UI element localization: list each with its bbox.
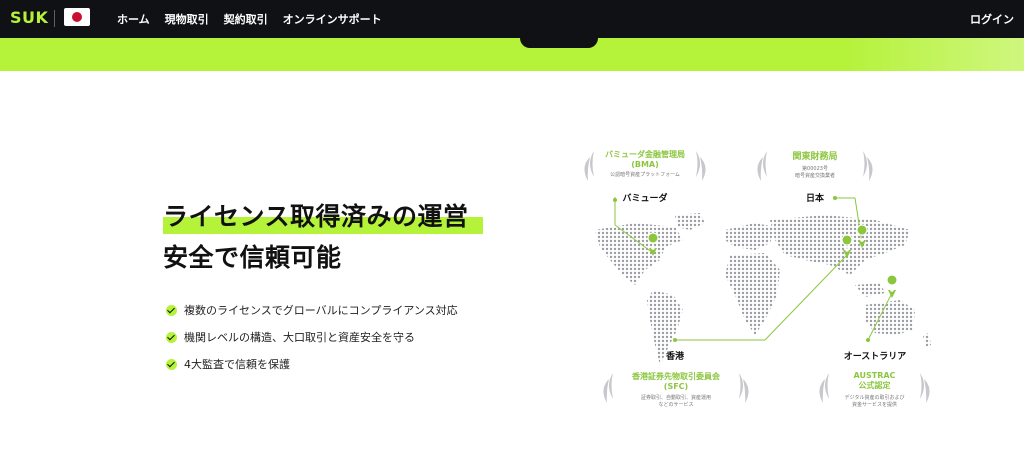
hk-license-badge: 香港証券先物取引委員会 (SFC) 証券取引、自動取引、資産運用 などのサービス	[601, 371, 751, 408]
hk-desc2: などのサービス	[658, 402, 694, 408]
hk-desc1: 証券取引、自動取引、資産運用	[640, 395, 711, 401]
feature-text: 複数のライセンスでグローバルにコンプライアンス対応	[184, 304, 458, 317]
au-location: オーストラリア	[843, 352, 907, 362]
japan-flag-icon[interactable]	[64, 8, 90, 26]
connector-dot	[866, 338, 870, 342]
feature-text: 機関レベルの構造、大口取引と資産安全を守る	[184, 331, 415, 344]
license-map-section: バミューダ金融管理局 (BMA) 公認暗号資産プラットフォーム バミューダ 関東…	[565, 135, 945, 425]
nav-item-online-support[interactable]: オンラインサポート	[283, 11, 382, 27]
bma-title: バミューダ金融管理局	[605, 150, 685, 159]
japan-desc1: 第00023号	[802, 166, 828, 172]
hk-title: 香港証券先物取引委員会	[632, 372, 720, 381]
banner-highlight	[844, 38, 1024, 71]
au-title2: 公式認定	[858, 381, 891, 390]
bma-location: バミューダ	[622, 194, 668, 204]
check-icon	[166, 304, 177, 316]
flag-circle	[72, 12, 82, 22]
hk-location: 香港	[665, 352, 684, 362]
check-icon	[166, 358, 177, 370]
connector-dot	[613, 198, 617, 202]
bma-desc: 公認暗号資産プラットフォーム	[610, 172, 680, 178]
hero-title-line1: ライセンス取得済みの運営	[163, 202, 469, 231]
suk-logo[interactable]: SUK	[10, 8, 48, 27]
top-navigation-bar: SUK ホーム 現物取引 契約取引 オンラインサポート ログイン	[0, 0, 1024, 38]
main-menu: ホーム 現物取引 契約取引 オンラインサポート	[117, 11, 382, 27]
connector-dot	[673, 338, 677, 342]
connector-dot	[833, 196, 837, 200]
feature-item: 4大監査で信頼を保護	[166, 356, 290, 372]
japan-desc2: 暗号資産交換業者	[794, 173, 835, 179]
check-icon	[166, 331, 177, 343]
feature-text: 4大監査で信頼を保護	[184, 358, 290, 371]
bma-license-badge: バミューダ金融管理局 (BMA) 公認暗号資産プラットフォーム	[585, 149, 705, 178]
nav-item-spot-trading[interactable]: 現物取引	[165, 11, 209, 27]
au-desc2: 資金サービスを提供	[851, 402, 897, 408]
hk-abbr: (SFC)	[663, 382, 689, 391]
logo-divider	[54, 10, 55, 27]
accent-banner	[0, 38, 1024, 71]
japan-title: 関東財務局	[792, 152, 838, 162]
nav-item-contract-trading[interactable]: 契約取引	[224, 11, 268, 27]
japan-location: 日本	[805, 194, 824, 204]
feature-item: 機関レベルの構造、大口取引と資産安全を守る	[166, 329, 415, 345]
feature-item: 複数のライセンスでグローバルにコンプライアンス対応	[166, 302, 458, 318]
header-notch	[520, 38, 598, 48]
au-desc1: デジタル資産の取引および	[844, 395, 905, 401]
japan-license-badge: 関東財務局 第00023号 暗号資産交換業者	[755, 149, 875, 179]
au-license-badge: AUSTRAC 公式認定 デジタル資産の取引および 資金サービスを提供	[817, 371, 932, 408]
hero-title-line2: 安全で信頼可能	[163, 243, 342, 272]
nav-item-home[interactable]: ホーム	[117, 11, 150, 27]
login-link[interactable]: ログイン	[970, 11, 1014, 27]
bma-abbr: (BMA)	[631, 160, 659, 169]
au-title1: AUSTRAC	[853, 371, 896, 380]
